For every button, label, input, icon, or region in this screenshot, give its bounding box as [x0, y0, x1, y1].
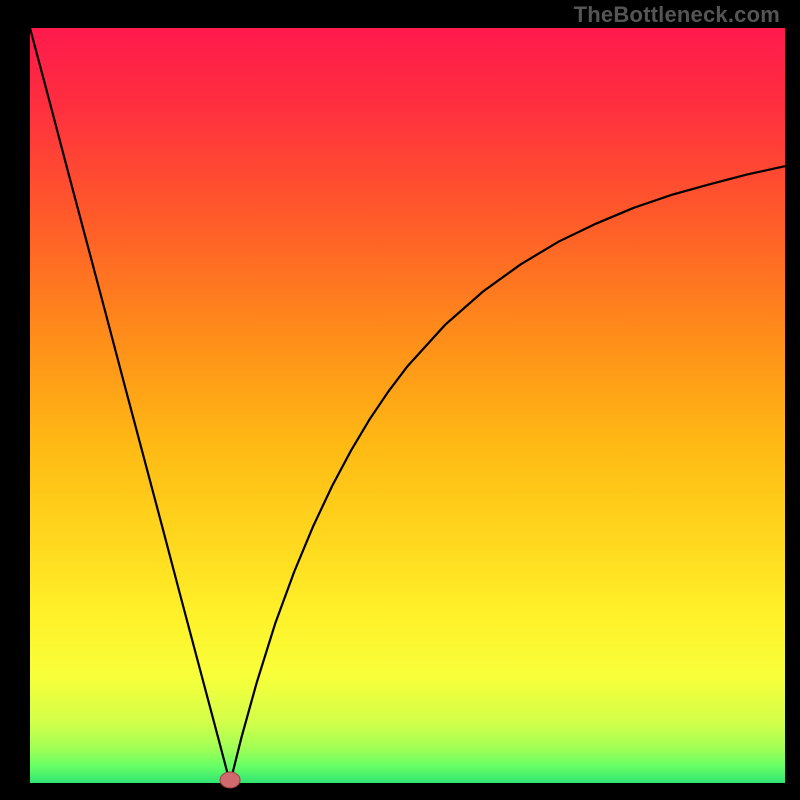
gradient-background: [30, 28, 785, 783]
chart-container: TheBottleneck.com: [0, 0, 800, 800]
bottleneck-chart: [0, 0, 800, 800]
watermark-text: TheBottleneck.com: [574, 2, 780, 28]
minimum-marker: [220, 772, 240, 788]
